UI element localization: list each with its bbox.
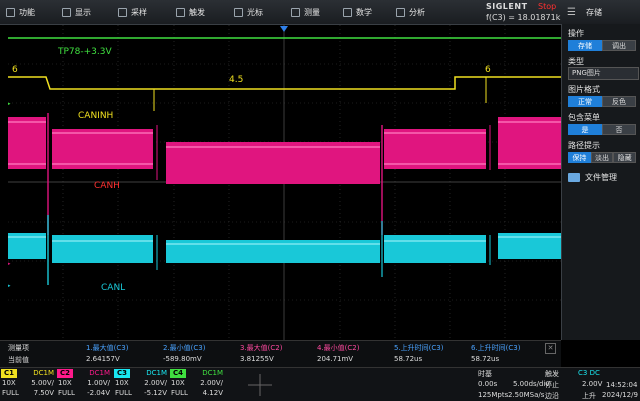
menu-toggle-icon: ☰ xyxy=(567,6,576,18)
color-label: 图片格式 xyxy=(568,85,600,94)
memory-depth: 125Mpts xyxy=(478,391,509,399)
canh-label: CANH xyxy=(94,181,120,191)
menu-acquire[interactable]: 采样 xyxy=(118,0,147,24)
acquire-icon xyxy=(118,7,127,17)
trigger-mode: 停止 xyxy=(545,381,559,389)
svg-text:▸: ▸ xyxy=(8,101,11,107)
menu-no[interactable]: 否 xyxy=(602,124,636,135)
menu-cursor[interactable]: 光标 xyxy=(234,0,263,24)
menu-display[interactable]: 显示 xyxy=(62,0,91,24)
menu-yes[interactable]: 是 xyxy=(568,124,602,135)
frequency-counter: f(C3) = 18.01871kHz xyxy=(486,13,571,22)
path-hide[interactable]: 隐藏 xyxy=(613,152,637,163)
menu-function[interactable]: 功能 xyxy=(6,0,35,24)
measure-value-1: 2.64157V xyxy=(86,355,120,363)
channel-c4[interactable]: C4 DC1M 10X 2.00V/ FULL 4.12V xyxy=(170,369,225,400)
cursor-icon xyxy=(234,7,243,17)
op-save[interactable]: 存储 xyxy=(568,40,602,51)
clock-time: 14:52:04 xyxy=(606,381,638,389)
save-title: 存储 xyxy=(585,7,602,17)
timebase-delay: 0.00s xyxy=(478,380,498,388)
menu-analysis[interactable]: 分析 xyxy=(396,0,425,24)
save-sidebar: 操作 存储 调出 类型 PNG图片 图片格式 正常 反色 包含菜单 是 否 路径… xyxy=(561,24,640,340)
channel-c1[interactable]: C1 DC1M 10X 5.00V/ FULL 7.50V xyxy=(1,369,56,400)
channel-c3[interactable]: C3 DC1M 10X 2.00V/ FULL -5.12V xyxy=(114,369,169,400)
measure-name-5[interactable]: 5.上升时间(C3) xyxy=(394,343,443,353)
caninh-label: CANINH xyxy=(78,111,114,121)
path-label: 路径提示 xyxy=(568,141,600,150)
measurement-bar: 测量项 1.最大值(C3) 2.最小值(C3) 3.最大值(C2) 4.最小值(… xyxy=(0,340,561,367)
value-label-mid: 4.5 xyxy=(229,75,244,85)
measure-name-6[interactable]: 6.上升时间(C3) xyxy=(471,343,520,353)
color-invert[interactable]: 反色 xyxy=(602,96,636,107)
measure-value-6: 58.72us xyxy=(471,355,500,363)
value-label-right: 6 xyxy=(485,65,491,75)
trigger-source: C3 DC xyxy=(578,369,600,377)
timebase-label[interactable]: 时基 xyxy=(478,369,492,379)
path-fade[interactable]: 淡出 xyxy=(590,152,614,163)
channel-c2[interactable]: C2 DC1M 10X 1.00V/ FULL -2.04V xyxy=(57,369,112,400)
measure-value-2: -589.80mV xyxy=(163,355,202,363)
status-bar: C1 DC1M 10X 5.00V/ FULL 7.50V C2 DC1M 10X 1.0… xyxy=(0,367,640,401)
measure-header: 测量项 xyxy=(8,344,29,352)
color-normal[interactable]: 正常 xyxy=(568,96,602,107)
measure-value-4: 204.71mV xyxy=(317,355,354,363)
operation-label: 操作 xyxy=(568,29,584,38)
operation-toggle[interactable]: 存储 调出 xyxy=(568,40,636,51)
measure-name-2[interactable]: 2.最小值(C3) xyxy=(163,343,205,353)
svg-text:▸: ▸ xyxy=(8,261,11,267)
type-select[interactable]: PNG图片 xyxy=(568,67,639,80)
type-label: 类型 xyxy=(568,57,584,66)
color-toggle[interactable]: 正常 反色 xyxy=(568,96,636,107)
menu-trigger[interactable]: 触发 xyxy=(176,0,205,24)
menu-measure[interactable]: 测量 xyxy=(291,0,320,24)
brand-logo: SIGLENT xyxy=(486,2,528,11)
measure-name-3[interactable]: 3.最大值(C2) xyxy=(240,343,282,353)
value-header: 当前值 xyxy=(8,356,29,364)
value-label-left: 6 xyxy=(12,65,18,75)
include-menu-toggle[interactable]: 是 否 xyxy=(568,124,636,135)
path-keep[interactable]: 保持 xyxy=(568,152,591,163)
file-manager-button[interactable]: 文件管理 xyxy=(568,172,617,183)
clock-date: 2024/12/9 xyxy=(602,391,638,399)
measure-icon xyxy=(291,7,300,17)
path-toggle[interactable]: 保持 淡出 隐藏 xyxy=(568,152,637,163)
trigger-icon xyxy=(176,7,185,17)
close-icon[interactable]: ✕ xyxy=(545,343,556,354)
measure-value-3: 3.81255V xyxy=(240,355,274,363)
op-recall[interactable]: 调出 xyxy=(602,40,636,51)
measure-name-1[interactable]: 1.最大值(C3) xyxy=(86,343,128,353)
trigger-label[interactable]: 触发 xyxy=(545,369,559,379)
c1-trace-label: TP78-+3.3V xyxy=(58,47,112,57)
trigger-level: 2.00V xyxy=(582,380,603,388)
waveform-graticule: ▸ ▸ ▸ xyxy=(8,25,561,340)
canl-label: CANL xyxy=(101,283,126,293)
measure-value-5: 58.72us xyxy=(394,355,423,363)
menu-bar: 功能 显示 采样 触发 光标 测量 数学 分析 SIGLENT Stop f(C… xyxy=(0,0,640,25)
math-icon xyxy=(343,7,352,17)
add-channel-icon[interactable] xyxy=(240,372,280,398)
folder-icon xyxy=(568,173,580,182)
analysis-icon xyxy=(396,7,405,17)
menu-math[interactable]: 数学 xyxy=(343,0,372,24)
svg-text:▸: ▸ xyxy=(8,283,11,289)
measure-name-4[interactable]: 4.最小值(C2) xyxy=(317,343,359,353)
save-menu-header[interactable]: ☰ 存储 xyxy=(561,0,640,24)
run-state[interactable]: Stop xyxy=(538,2,556,11)
include-menu-label: 包含菜单 xyxy=(568,113,600,122)
function-icon xyxy=(6,7,15,17)
display-icon xyxy=(62,7,71,17)
sample-rate: 2.50MSa/s xyxy=(508,391,545,399)
waveform-area[interactable]: ▸ ▸ ▸ TP78-+3.3V 6 4.5 6 CANINH CANH CAN… xyxy=(8,25,561,340)
